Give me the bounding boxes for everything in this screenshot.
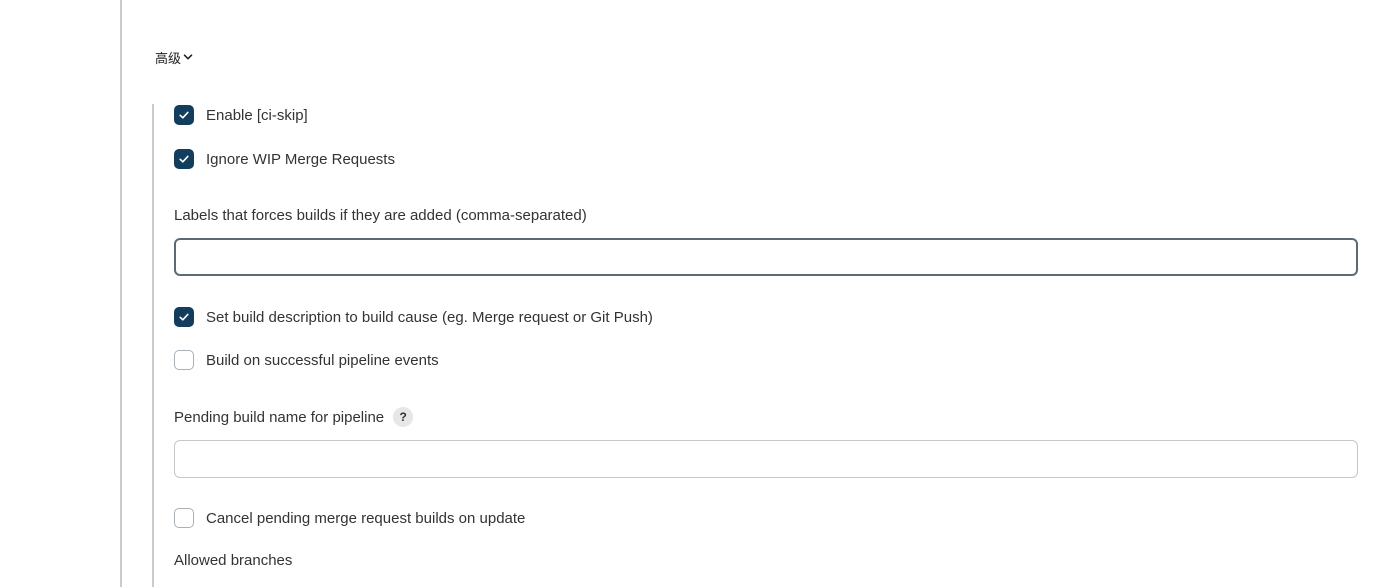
checkmark-icon: [179, 313, 189, 321]
advanced-left-rule: [152, 104, 154, 587]
advanced-toggle-button[interactable]: 高级: [155, 47, 194, 67]
set-build-description-label[interactable]: Set build description to build cause (eg…: [206, 309, 653, 326]
enable-ci-skip-label[interactable]: Enable [ci-skip]: [206, 107, 308, 124]
advanced-settings-panel: 高级 Enable [ci-skip] Ignore WIP Merge Req…: [0, 0, 1383, 587]
section-left-rule: [120, 0, 122, 587]
option-set-build-description: Set build description to build cause (eg…: [174, 307, 653, 327]
option-enable-ci-skip: Enable [ci-skip]: [174, 105, 308, 125]
option-cancel-pending: Cancel pending merge request builds on u…: [174, 508, 525, 528]
cancel-pending-checkbox[interactable]: [174, 508, 194, 528]
pending-build-name-label-text: Pending build name for pipeline: [174, 408, 385, 426]
help-icon[interactable]: ?: [393, 407, 414, 427]
labels-force-builds-label: Labels that forces builds if they are ad…: [174, 205, 587, 225]
build-on-pipeline-checkbox[interactable]: [174, 350, 194, 370]
advanced-toggle-label: 高级: [155, 51, 182, 67]
pending-build-name-input[interactable]: [174, 440, 1358, 478]
checkmark-icon: [179, 155, 189, 163]
build-on-pipeline-label[interactable]: Build on successful pipeline events: [206, 352, 439, 369]
cancel-pending-label[interactable]: Cancel pending merge request builds on u…: [206, 510, 525, 527]
allowed-branches-label-text: Allowed branches: [174, 551, 293, 569]
pending-build-name-label: Pending build name for pipeline ?: [174, 407, 414, 427]
ignore-wip-label[interactable]: Ignore WIP Merge Requests: [206, 151, 395, 168]
chevron-down-icon: [182, 51, 194, 63]
labels-force-builds-input[interactable]: [174, 238, 1358, 276]
allowed-branches-label: Allowed branches: [174, 550, 292, 570]
option-ignore-wip: Ignore WIP Merge Requests: [174, 149, 395, 169]
labels-force-builds-label-text: Labels that forces builds if they are ad…: [174, 206, 587, 224]
enable-ci-skip-checkbox[interactable]: [174, 105, 194, 125]
set-build-description-checkbox[interactable]: [174, 307, 194, 327]
ignore-wip-checkbox[interactable]: [174, 149, 194, 169]
option-build-on-pipeline: Build on successful pipeline events: [174, 350, 439, 370]
checkmark-icon: [179, 111, 189, 119]
